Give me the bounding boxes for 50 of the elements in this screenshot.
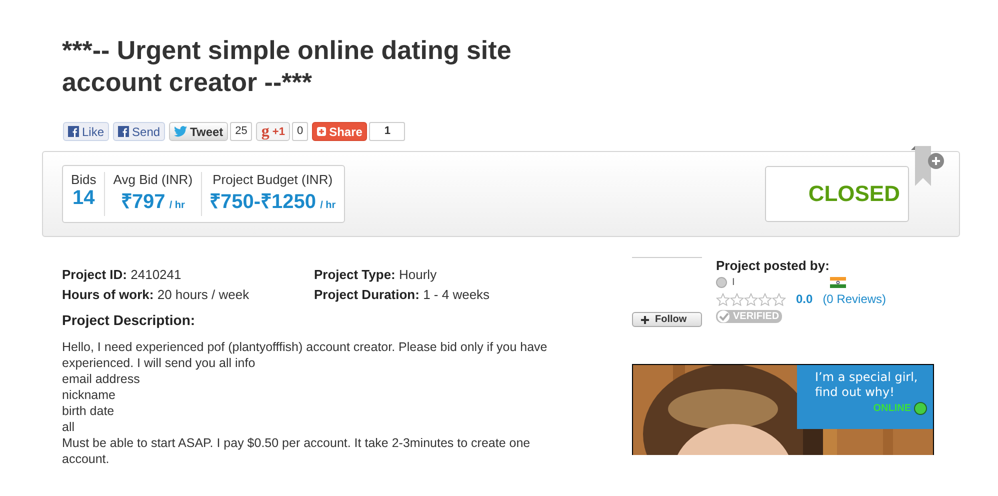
stat-unit: / hr xyxy=(169,200,185,211)
stat-value: 14 xyxy=(72,187,95,210)
stat-value: ₹797 xyxy=(120,190,166,214)
rating-value: 0.0 xyxy=(796,292,813,306)
description-text: nickname xyxy=(62,387,116,403)
facebook-button[interactable]: Like xyxy=(63,122,110,141)
detail-text: Hours of work: 20 hours / week xyxy=(62,287,250,302)
stat-label: Bids xyxy=(71,172,96,187)
star-icon xyxy=(758,292,772,306)
online-dot xyxy=(914,402,927,415)
stat-label: Avg Bid (INR) xyxy=(113,172,193,187)
project-title: ***-- Urgent simple online dating site account creator --*** xyxy=(62,34,512,98)
google-icon: g xyxy=(261,124,270,138)
plus-icon xyxy=(317,127,326,136)
online-label: ONLINE xyxy=(873,403,911,414)
star-icon xyxy=(716,292,730,306)
stat-value: ₹750-₹1250 xyxy=(210,190,316,214)
share-count: 1 xyxy=(369,122,406,141)
description-text: email address xyxy=(62,371,141,387)
star-icon xyxy=(730,292,744,306)
description-text: Must be able to start ASAP. I pay $0.50 per account. It take 2-3minutes to create one account. xyxy=(62,435,532,467)
bird-icon xyxy=(174,126,188,137)
tweet-count: 25 xyxy=(230,122,252,141)
posted-by-heading: Project posted by: xyxy=(716,258,830,273)
verified-badge: VERIFIED xyxy=(716,310,782,323)
description-text: all xyxy=(62,419,76,435)
check-icon xyxy=(717,310,731,323)
stat-unit: / hr xyxy=(320,200,336,211)
star-icon xyxy=(744,292,758,306)
flag-icon xyxy=(830,277,846,288)
plus-one-button[interactable]: g +1 xyxy=(256,122,290,141)
detail-text: Project Type: Hourly xyxy=(314,267,438,282)
ad-caption: I’m a special girl, find out why! xyxy=(815,370,919,400)
project-status: CLOSED xyxy=(808,181,900,207)
reviews-link[interactable]: (0 Reviews) xyxy=(822,292,886,306)
detail-text: Project ID: 2410241 xyxy=(62,267,182,282)
tweet-button[interactable]: Tweet xyxy=(169,122,228,141)
stat-label: Project Budget (INR) xyxy=(212,172,333,187)
facebook-button[interactable]: Send xyxy=(113,122,166,141)
plus-one-count: 0 xyxy=(292,122,308,141)
star-icon xyxy=(772,292,786,306)
facebook-icon xyxy=(118,126,130,137)
follow-button[interactable]: Follow xyxy=(632,312,702,327)
share-button[interactable]: Share xyxy=(312,122,368,141)
facebook-icon xyxy=(68,126,79,137)
description-heading: Project Description: xyxy=(62,312,196,328)
plus-icon xyxy=(641,316,649,324)
description-text: birth date xyxy=(62,403,116,419)
username[interactable]: I xyxy=(732,277,830,288)
detail-text: Project Duration: 1 - 4 weeks xyxy=(314,287,491,302)
